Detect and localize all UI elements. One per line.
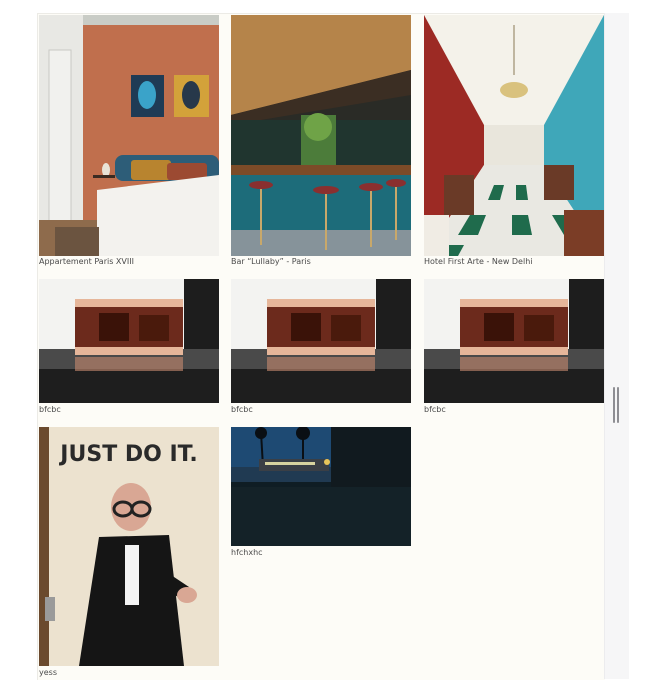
gallery-item-caption: bfcbc bbox=[39, 405, 61, 414]
gallery-item-caption: Bar “Lullaby” - Paris bbox=[231, 257, 311, 266]
gallery-image-film-strip[interactable] bbox=[39, 279, 219, 403]
gallery-item[interactable]: hfchxhc bbox=[231, 427, 411, 560]
gallery-image-film-strip[interactable] bbox=[424, 279, 604, 403]
gallery-item[interactable]: bfcbc bbox=[39, 279, 219, 416]
gallery-image-bar[interactable] bbox=[231, 15, 411, 256]
gallery-item[interactable]: Bar “Lullaby” - Paris bbox=[231, 15, 411, 270]
gallery-image-night-street[interactable] bbox=[231, 427, 411, 546]
gallery-item[interactable]: Appartement Paris XVIII bbox=[39, 15, 219, 270]
gallery-image-film-strip[interactable] bbox=[231, 279, 411, 403]
gallery-item-caption: yess bbox=[39, 668, 57, 677]
gallery-image-bedroom[interactable] bbox=[39, 15, 219, 256]
gallery-item[interactable]: Hotel First Arte - New Delhi bbox=[424, 15, 604, 270]
gallery-item-caption: Appartement Paris XVIII bbox=[39, 257, 134, 266]
gallery-item[interactable]: JUST DO IT. yess bbox=[39, 427, 219, 679]
gallery-item[interactable]: bfcbc bbox=[231, 279, 411, 416]
gallery-item-caption: Hotel First Arte - New Delhi bbox=[424, 257, 533, 266]
resize-handle[interactable] bbox=[611, 387, 621, 423]
gallery-item-caption: bfcbc bbox=[424, 405, 446, 414]
gallery-item[interactable]: bfcbc bbox=[424, 279, 604, 416]
gallery-item-caption: bfcbc bbox=[231, 405, 253, 414]
side-panel-rail bbox=[604, 13, 629, 679]
gallery-image-restaurant[interactable] bbox=[424, 15, 604, 256]
svg-text:JUST DO IT.: JUST DO IT. bbox=[58, 442, 197, 467]
gallery-image-poster[interactable]: JUST DO IT. bbox=[39, 427, 219, 666]
gallery-item-caption: hfchxhc bbox=[231, 548, 263, 557]
